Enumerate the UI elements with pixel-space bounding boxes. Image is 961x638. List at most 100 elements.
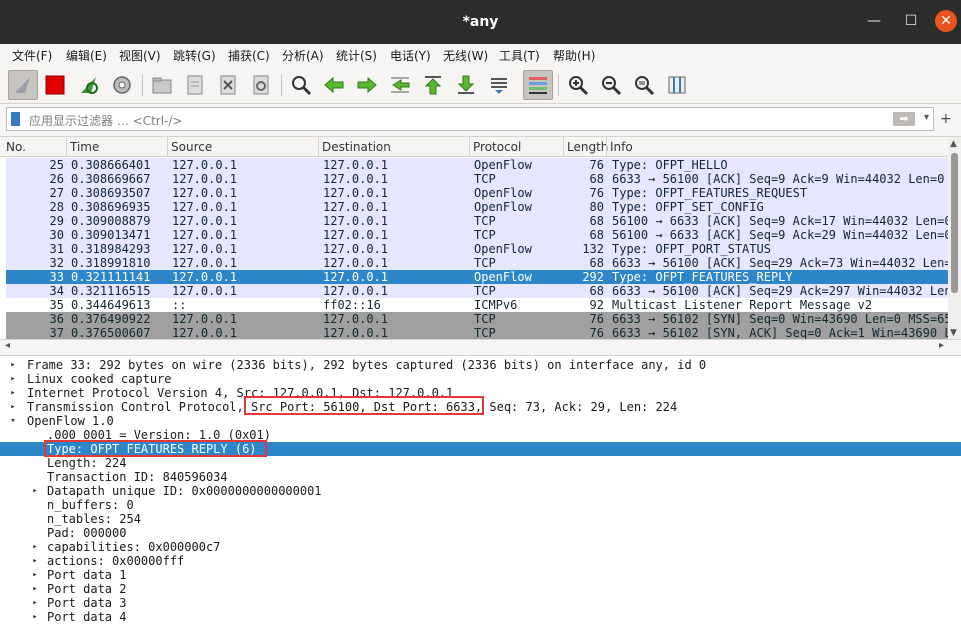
display-filter-bar[interactable]: 应用显示过滤器 … <Ctrl-/> ➡ ▾ xyxy=(6,107,934,131)
menu-file[interactable]: 文件(F) xyxy=(12,47,52,64)
packet-cell-proto: OpenFlow xyxy=(474,200,532,214)
expand-right-icon[interactable]: ▸ xyxy=(30,568,40,582)
apply-filter-button[interactable]: ➡ xyxy=(893,112,915,126)
packet-cell-dst: 127.0.0.1 xyxy=(323,256,389,270)
detail-row[interactable]: ▸ Port data 4 xyxy=(0,610,961,624)
expand-right-icon[interactable]: ▸ xyxy=(30,596,40,610)
close-file-button[interactable] xyxy=(213,70,243,100)
normal-size-button[interactable] xyxy=(629,70,659,100)
menu-telephony[interactable]: 电话(Y) xyxy=(390,47,431,64)
expand-right-icon[interactable]: ▸ xyxy=(8,358,18,372)
detail-row[interactable]: ▸ Datapath unique ID: 0x0000000000000001 xyxy=(0,484,961,498)
go-to-packet-button[interactable] xyxy=(385,70,415,100)
packet-row[interactable]: 30 0.309013471 127.0.0.1 127.0.0.1 TCP 68 5610… xyxy=(6,228,948,242)
detail-row[interactable]: ▸ Linux cooked capture xyxy=(0,372,961,386)
detail-row[interactable]: ▸ Port data 1 xyxy=(0,568,961,582)
menu-help[interactable]: 帮助(H) xyxy=(553,47,595,64)
packet-list[interactable]: No. Time Source Destination Protocol Len… xyxy=(0,136,961,340)
go-first-button[interactable] xyxy=(418,70,448,100)
detail-row[interactable]: ▸ actions: 0x00000fff xyxy=(0,554,961,568)
detail-row[interactable]: ▸ Frame 33: 292 bytes on wire (2336 bits)… xyxy=(0,358,961,372)
expand-right-icon[interactable]: ▸ xyxy=(8,386,18,400)
colorize-button[interactable] xyxy=(523,70,553,100)
detail-row[interactable]: n_tables: 254 xyxy=(0,512,961,526)
capture-options-button[interactable] xyxy=(107,70,137,100)
expand-right-icon[interactable]: ▸ xyxy=(30,554,40,568)
packet-row[interactable]: 32 0.318991810 127.0.0.1 127.0.0.1 TCP 68 6633… xyxy=(6,256,948,270)
detail-row[interactable]: Transaction ID: 840596034 xyxy=(0,470,961,484)
menu-view[interactable]: 视图(V) xyxy=(119,47,161,64)
start-capture-button[interactable] xyxy=(8,70,38,100)
expand-down-icon[interactable]: ▾ xyxy=(8,414,18,428)
minimize-icon[interactable]: — xyxy=(863,10,885,32)
go-back-button[interactable] xyxy=(319,70,349,100)
detail-row[interactable]: ▾ OpenFlow 1.0 xyxy=(0,414,961,428)
packet-row[interactable]: 26 0.308669667 127.0.0.1 127.0.0.1 TCP 68 6633… xyxy=(6,172,948,186)
restart-capture-button[interactable] xyxy=(74,70,104,100)
reload-file-button[interactable] xyxy=(246,70,276,100)
scroll-right-icon[interactable]: ▸ xyxy=(939,340,944,351)
scroll-thumb[interactable] xyxy=(951,153,958,293)
menu-analyze[interactable]: 分析(A) xyxy=(282,47,324,64)
detail-row[interactable]: Length: 224 xyxy=(0,456,961,470)
packet-row[interactable]: 27 0.308693507 127.0.0.1 127.0.0.1 OpenFlow 7… xyxy=(6,186,948,200)
packet-list-hscrollbar[interactable]: ◂ ▸ xyxy=(0,339,961,353)
go-forward-button[interactable] xyxy=(352,70,382,100)
expand-right-icon[interactable]: ▸ xyxy=(30,484,40,498)
menu-go[interactable]: 跳转(G) xyxy=(173,47,216,64)
go-last-button[interactable] xyxy=(451,70,481,100)
detail-row[interactable]: Pad: 000000 xyxy=(0,526,961,540)
column-time[interactable]: Time xyxy=(70,140,99,154)
packet-cell-dst: 127.0.0.1 xyxy=(323,326,389,340)
stop-capture-button[interactable] xyxy=(40,70,70,100)
expand-right-icon[interactable]: ▸ xyxy=(8,372,18,386)
menu-capture[interactable]: 捕获(C) xyxy=(228,47,270,64)
detail-row[interactable]: n_buffers: 0 xyxy=(0,498,961,512)
packet-cell-time: 0.344649613 xyxy=(71,298,151,312)
detail-row[interactable]: ▸ Port data 3 xyxy=(0,596,961,610)
packet-cell-dst: 127.0.0.1 xyxy=(323,158,389,172)
column-length[interactable]: Length xyxy=(567,140,608,154)
find-packet-button[interactable] xyxy=(286,70,316,100)
menu-edit[interactable]: 编辑(E) xyxy=(66,47,107,64)
detail-row[interactable]: ▸ capabilities: 0x000000c7 xyxy=(0,540,961,554)
open-file-button[interactable] xyxy=(147,70,177,100)
resize-columns-icon xyxy=(668,76,686,94)
autoscroll-button[interactable] xyxy=(484,70,514,100)
packet-row[interactable]: 34 0.321116515 127.0.0.1 127.0.0.1 TCP 68 6633… xyxy=(6,284,948,298)
packet-row[interactable]: 31 0.318984293 127.0.0.1 127.0.0.1 OpenFlow 1… xyxy=(6,242,948,256)
expand-right-icon[interactable]: ▸ xyxy=(30,610,40,624)
save-file-button[interactable] xyxy=(180,70,210,100)
close-icon[interactable]: ✕ xyxy=(935,10,957,32)
menu-tools[interactable]: 工具(T) xyxy=(499,47,540,64)
bookmark-icon[interactable] xyxy=(11,112,20,126)
zoom-in-button[interactable] xyxy=(563,70,593,100)
column-destination[interactable]: Destination xyxy=(322,140,391,154)
menu-statistics[interactable]: 统计(S) xyxy=(336,47,377,64)
maximize-icon[interactable]: ☐ xyxy=(900,10,922,32)
packet-row[interactable]: 37 0.376500607 127.0.0.1 127.0.0.1 TCP 76 6633… xyxy=(6,326,948,340)
chevron-down-icon[interactable]: ▾ xyxy=(924,112,929,123)
menu-wireless[interactable]: 无线(W) xyxy=(443,47,488,64)
scroll-left-icon[interactable]: ◂ xyxy=(5,340,10,351)
column-info[interactable]: Info xyxy=(610,140,633,154)
packet-row[interactable]: 35 0.344649613:: ff02::16 ICMPv6 92 Multicast… xyxy=(6,298,948,312)
zoom-out-button[interactable] xyxy=(596,70,626,100)
add-filter-button[interactable]: + xyxy=(940,111,952,127)
packet-row[interactable]: 36 0.376490922 127.0.0.1 127.0.0.1 TCP 76 6633… xyxy=(6,312,948,326)
packet-list-scrollbar[interactable]: ▲ ▼ xyxy=(948,137,961,340)
detail-row[interactable]: ▸ Port data 2 xyxy=(0,582,961,596)
resize-columns-button[interactable] xyxy=(662,70,692,100)
expand-right-icon[interactable]: ▸ xyxy=(30,582,40,596)
expand-right-icon[interactable]: ▸ xyxy=(8,400,18,414)
column-protocol[interactable]: Protocol xyxy=(473,140,521,154)
expand-right-icon[interactable]: ▸ xyxy=(30,540,40,554)
packet-row[interactable]: 25 0.308666401 127.0.0.1 127.0.0.1 OpenFlow 7… xyxy=(6,158,948,172)
packet-row[interactable]: 29 0.309008879 127.0.0.1 127.0.0.1 TCP 68 5610… xyxy=(6,214,948,228)
column-no[interactable]: No. xyxy=(6,140,26,154)
packet-row[interactable]: 33 0.321111141 127.0.0.1 127.0.0.1 OpenFlow 2… xyxy=(6,270,948,284)
packet-cell-src: 127.0.0.1 xyxy=(172,228,238,242)
column-source[interactable]: Source xyxy=(171,140,212,154)
packet-cell-no: 37 xyxy=(49,326,64,340)
packet-row[interactable]: 28 0.308696935 127.0.0.1 127.0.0.1 OpenFlow 8… xyxy=(6,200,948,214)
